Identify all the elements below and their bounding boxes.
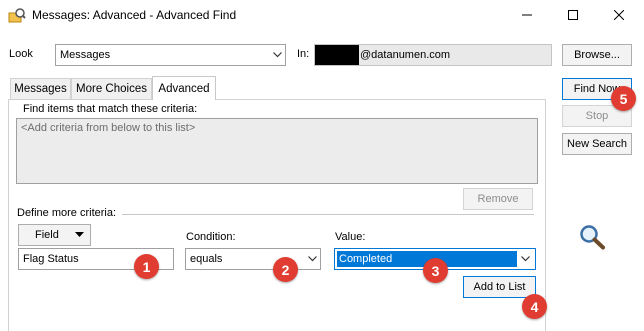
look-dropdown[interactable]: Messages	[55, 44, 286, 66]
value-label: Value:	[335, 231, 366, 243]
title-bar: Messages: Advanced - Advanced Find	[0, 0, 644, 32]
criteria-heading: Find items that match these criteria:	[23, 103, 198, 115]
new-search-button[interactable]: New Search	[562, 133, 632, 155]
in-label: In:	[297, 48, 310, 60]
chevron-down-icon	[269, 52, 285, 58]
maximize-button[interactable]	[550, 0, 596, 32]
tab-advanced[interactable]: Advanced	[152, 76, 216, 100]
tab-more-choices[interactable]: More Choices	[71, 78, 152, 99]
condition-label: Condition:	[186, 231, 236, 243]
define-criteria-divider	[122, 214, 534, 215]
step-badge-4: 4	[522, 294, 547, 319]
step-badge-1: 1	[134, 254, 159, 279]
field-name-value: Flag Status	[23, 253, 79, 265]
window-title: Messages: Advanced - Advanced Find	[32, 8, 237, 22]
look-dropdown-value: Messages	[60, 49, 111, 61]
add-to-list-button[interactable]: Add to List	[463, 276, 536, 298]
close-icon	[613, 9, 625, 23]
step-badge-5: 5	[611, 86, 636, 111]
redaction-bar	[315, 45, 359, 65]
browse-button[interactable]: Browse...	[562, 44, 632, 66]
criteria-list-placeholder: <Add criteria from below to this list>	[21, 122, 196, 134]
remove-button[interactable]: Remove	[463, 188, 533, 210]
condition-dropdown[interactable]: equals	[185, 248, 321, 270]
close-button[interactable]	[596, 0, 642, 32]
dropdown-triangle-icon	[75, 229, 84, 241]
step-badge-3: 3	[423, 258, 448, 283]
step-badge-2: 2	[273, 257, 298, 282]
in-folder-field: @datanumen.com	[314, 44, 552, 66]
field-button-label: Field	[35, 229, 59, 241]
minimize-icon	[522, 10, 532, 23]
criteria-list[interactable]: <Add criteria from below to this list>	[16, 118, 538, 184]
field-button[interactable]: Field	[18, 224, 91, 246]
define-criteria-heading: Define more criteria:	[17, 207, 117, 219]
advanced-find-app-icon	[8, 8, 26, 24]
chevron-down-icon	[517, 256, 533, 262]
chevron-down-icon	[304, 256, 320, 262]
tab-messages[interactable]: Messages	[10, 78, 71, 99]
magnifier-icon	[578, 224, 606, 253]
look-label: Look	[9, 48, 33, 60]
in-folder-value: @datanumen.com	[360, 49, 451, 61]
minimize-button[interactable]	[504, 0, 550, 32]
maximize-icon	[568, 9, 578, 23]
